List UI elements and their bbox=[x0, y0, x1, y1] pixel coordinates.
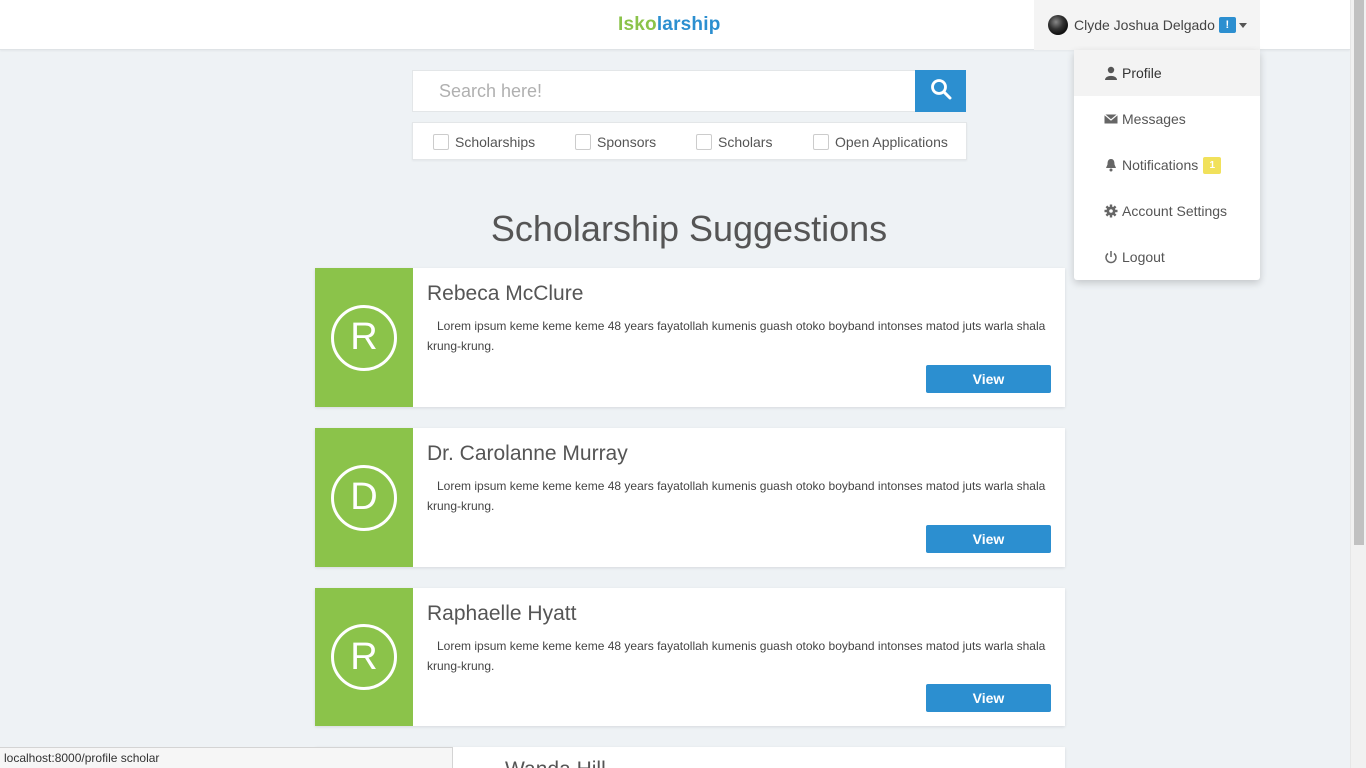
filter-label: Scholars bbox=[718, 134, 773, 150]
filter-sponsors[interactable]: Sponsors bbox=[575, 123, 656, 161]
search-filters: Scholarships Sponsors Scholars Open Appl… bbox=[412, 122, 967, 160]
brand-logo[interactable]: Iskolarship bbox=[618, 14, 721, 36]
notification-count-badge: 1 bbox=[1203, 156, 1222, 174]
card-description: Lorem ipsum keme keme keme 48 years faya… bbox=[427, 639, 1046, 673]
card-title: Raphaelle Hyatt bbox=[427, 602, 577, 625]
filter-label: Open Applications bbox=[835, 134, 948, 150]
menu-item-profile[interactable]: Profile bbox=[1074, 50, 1260, 96]
user-alert-badge: ! bbox=[1218, 17, 1236, 33]
menu-item-label: Messages bbox=[1122, 111, 1186, 127]
scrollbar-thumb[interactable] bbox=[1354, 0, 1364, 545]
filter-scholars[interactable]: Scholars bbox=[696, 123, 772, 161]
card-initial-panel: R bbox=[315, 588, 413, 726]
search-box bbox=[412, 70, 915, 112]
checkbox[interactable] bbox=[433, 134, 449, 150]
menu-item-notifications[interactable]: Notifications 1 bbox=[1074, 142, 1260, 188]
page-scrollbar[interactable] bbox=[1350, 0, 1366, 768]
menu-item-messages[interactable]: Messages bbox=[1074, 96, 1260, 142]
menu-item-label: Notifications bbox=[1122, 157, 1199, 173]
user-name: Clyde Joshua Delgado bbox=[1074, 17, 1215, 33]
initial-avatar: R bbox=[331, 624, 397, 690]
top-navbar: Iskolarship Clyde Joshua Delgado ! bbox=[0, 0, 1350, 50]
card-description: Lorem ipsum keme keme keme 48 years faya… bbox=[427, 479, 1046, 513]
suggestion-card: R Raphaelle Hyatt Lorem ipsum keme keme … bbox=[315, 588, 1065, 726]
checkbox[interactable] bbox=[813, 134, 829, 150]
power-icon bbox=[1104, 250, 1118, 264]
browser-status-bar: localhost:8000/profile scholar bbox=[0, 747, 453, 768]
view-button[interactable]: View bbox=[926, 684, 1051, 712]
page-title: Scholarship Suggestions bbox=[490, 208, 888, 249]
card-title-partial: Wanda Hill bbox=[505, 758, 606, 768]
brand-text-part1: Isko bbox=[618, 14, 657, 35]
filter-scholarships[interactable]: Scholarships bbox=[433, 123, 535, 161]
card-initial-panel: D bbox=[315, 428, 413, 567]
avatar bbox=[1048, 15, 1068, 35]
menu-item-label: Profile bbox=[1122, 65, 1162, 81]
caret-down-icon bbox=[1238, 22, 1247, 28]
initial-avatar: D bbox=[331, 464, 397, 531]
filter-open-applications[interactable]: Open Applications bbox=[813, 123, 948, 161]
filter-label: Scholarships bbox=[455, 134, 536, 150]
search-icon bbox=[930, 78, 952, 105]
person-icon bbox=[1104, 66, 1118, 80]
checkbox[interactable] bbox=[696, 134, 712, 150]
brand-text-part2: larship bbox=[656, 14, 721, 35]
envelope-icon bbox=[1104, 112, 1118, 126]
menu-item-label: Logout bbox=[1122, 249, 1165, 265]
card-title: Dr. Carolanne Murray bbox=[427, 442, 628, 465]
suggestion-card: R Rebeca McClure Lorem ipsum keme keme k… bbox=[315, 268, 1065, 407]
view-button[interactable]: View bbox=[926, 365, 1051, 393]
suggestion-card: D Dr. Carolanne Murray Lorem ipsum keme … bbox=[315, 428, 1065, 567]
bell-icon bbox=[1104, 158, 1118, 172]
search-button[interactable] bbox=[915, 70, 966, 112]
card-title: Rebeca McClure bbox=[427, 282, 584, 305]
view-button[interactable]: View bbox=[926, 525, 1051, 553]
user-menu-toggle[interactable]: Clyde Joshua Delgado ! bbox=[1034, 0, 1260, 50]
card-description: Lorem ipsum keme keme keme 48 years faya… bbox=[427, 319, 1046, 353]
search-input[interactable] bbox=[439, 80, 899, 102]
initial-avatar: R bbox=[331, 304, 397, 371]
filter-label: Sponsors bbox=[597, 134, 657, 150]
checkbox[interactable] bbox=[575, 134, 591, 150]
card-initial-panel: R bbox=[315, 268, 413, 407]
